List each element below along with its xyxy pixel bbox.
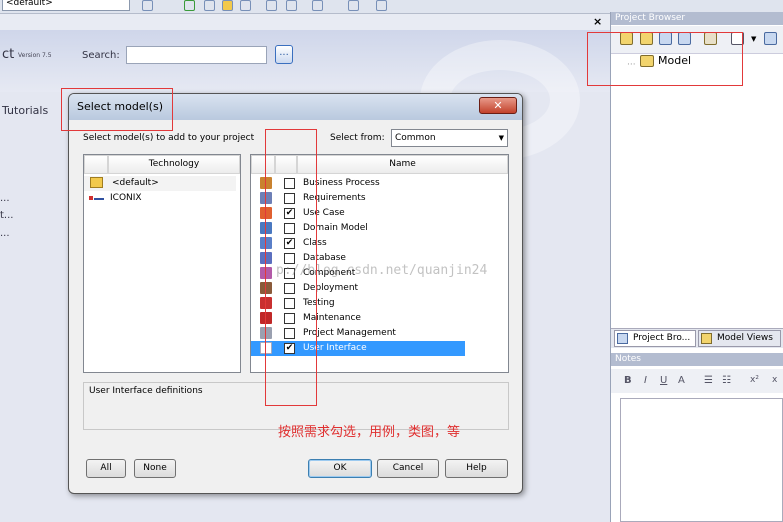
folder-icon[interactable] — [222, 0, 233, 11]
edit-icon[interactable] — [312, 0, 323, 11]
annotation-note: 按照需求勾选，用例，类图，等 — [278, 425, 461, 440]
numbered-list-icon[interactable]: ☷ — [722, 375, 731, 386]
cancel-button[interactable]: Cancel — [377, 459, 439, 478]
search-label: Search: — [82, 50, 120, 61]
package-icon[interactable] — [240, 0, 251, 11]
refresh-icon[interactable] — [184, 0, 195, 11]
project-browser-title: Project Browser — [611, 12, 783, 25]
all-button[interactable]: All — [86, 459, 126, 478]
notes-editor[interactable] — [620, 398, 783, 522]
underline-icon[interactable]: U — [660, 375, 667, 386]
description-text: User Interface definitions — [89, 386, 203, 396]
bold-icon[interactable]: B — [624, 375, 632, 386]
superscript-icon[interactable]: x² — [750, 375, 759, 385]
version-label: Version 7.5 — [18, 52, 52, 59]
ok-button[interactable]: OK — [308, 459, 372, 478]
select-from-dropdown[interactable]: Common ▼ — [391, 129, 508, 147]
diagram-icon[interactable] — [204, 0, 215, 11]
recent-item-3[interactable]: ... — [0, 228, 10, 239]
dialog-close-button[interactable]: ✕ — [479, 97, 517, 114]
select-from-value: Common — [395, 133, 436, 143]
name-header[interactable]: Name — [297, 155, 508, 174]
search-input[interactable] — [126, 46, 267, 64]
browser-tab-icon — [617, 333, 628, 344]
italic-icon[interactable]: I — [644, 375, 647, 386]
annotation-box-title — [61, 88, 173, 131]
chevron-down-icon[interactable]: ▼ — [751, 35, 756, 43]
font-color-icon[interactable]: A — [678, 375, 685, 386]
chevron-down-icon: ▼ — [498, 134, 504, 142]
view-icon[interactable] — [764, 32, 777, 45]
technology-header[interactable]: Technology — [108, 155, 240, 174]
bullet-list-icon[interactable]: ☰ — [704, 375, 713, 386]
technology-row-iconix[interactable]: ICONIX — [110, 193, 142, 203]
select-from-label: Select from: — [330, 133, 385, 143]
target-icon[interactable] — [142, 0, 153, 11]
iconix-icon — [89, 193, 105, 203]
model-combo[interactable]: <default> — [2, 0, 130, 11]
tutorials-link[interactable]: Tutorials — [2, 104, 48, 117]
folder-icon — [90, 177, 103, 188]
heading-fragment: ct — [2, 47, 15, 62]
run-icon[interactable] — [376, 0, 387, 11]
instruction-label: Select model(s) to add to your project — [83, 133, 255, 143]
watermark: p://blog.csdn.net/quanjin24 — [276, 263, 488, 278]
close-page-icon[interactable]: × — [593, 15, 602, 28]
recent-item-2[interactable]: t... — [0, 210, 13, 221]
technology-col-blank — [84, 155, 108, 174]
notes-title: Notes — [611, 353, 783, 366]
subscript-icon[interactable]: x — [772, 375, 777, 385]
recent-item-1[interactable]: ... — [0, 193, 10, 204]
search-button[interactable]: ... — [275, 45, 293, 64]
annotation-box-model — [587, 32, 743, 86]
help-button[interactable]: Help — [445, 459, 508, 478]
technology-label: <default> — [112, 178, 159, 188]
model-views-icon — [701, 333, 712, 344]
technology-row-default[interactable] — [84, 176, 236, 191]
network-icon[interactable] — [348, 0, 359, 11]
find-next-icon[interactable] — [286, 0, 297, 11]
none-button[interactable]: None — [134, 459, 176, 478]
find-icon[interactable] — [266, 0, 277, 11]
